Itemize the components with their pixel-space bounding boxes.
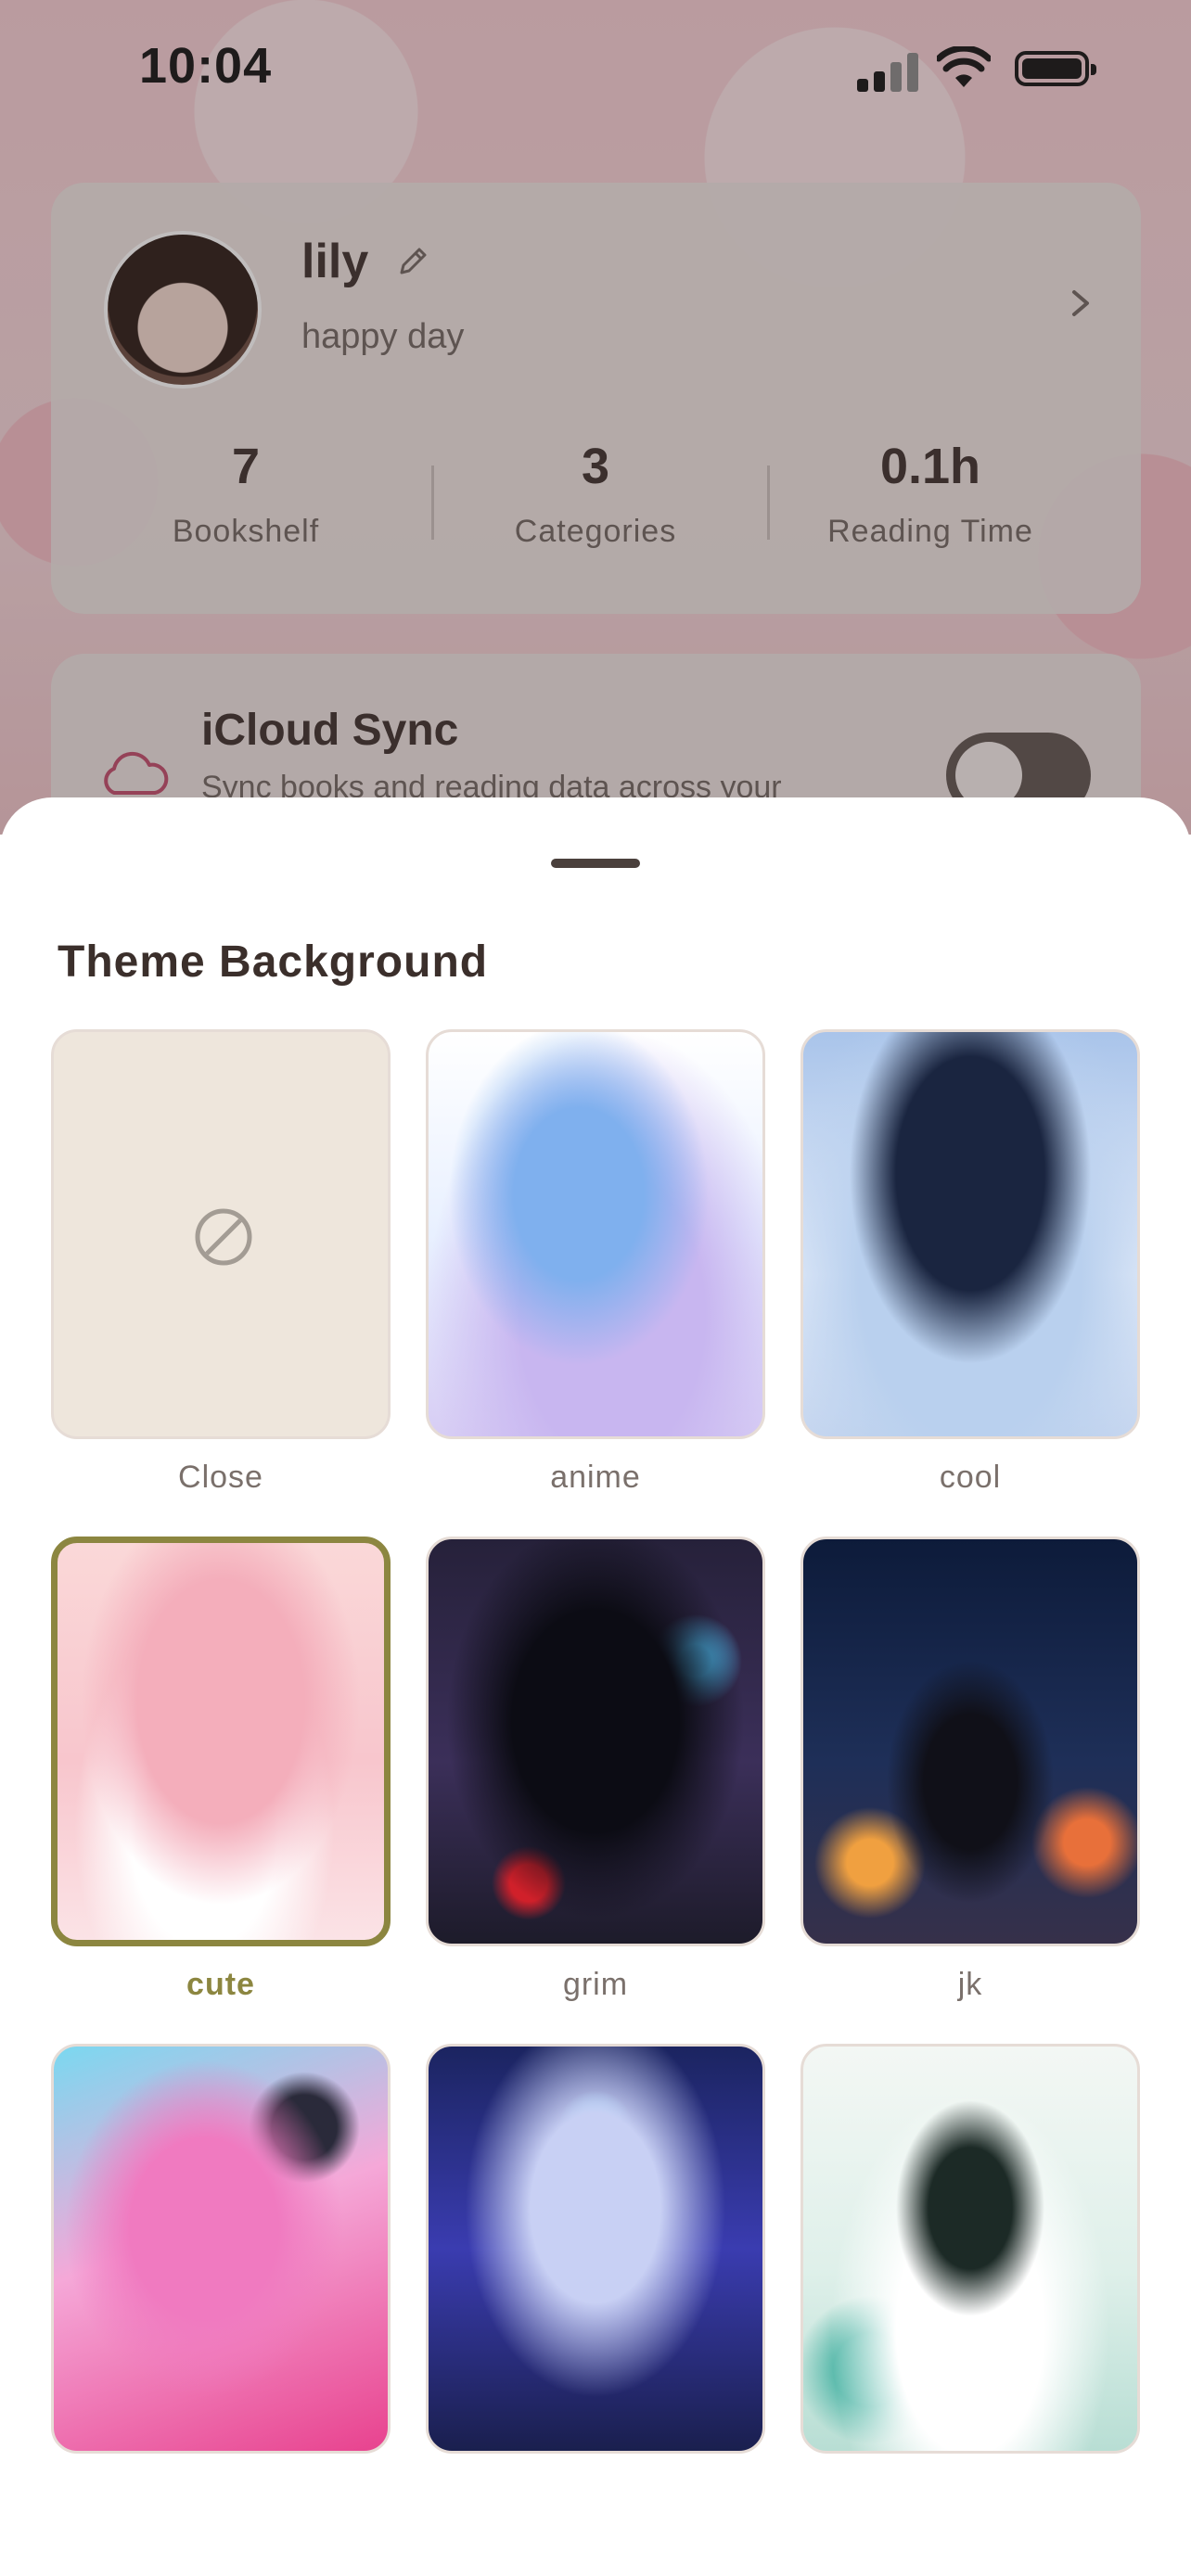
theme-label: cool xyxy=(939,1460,1002,1495)
ban-icon xyxy=(195,1208,252,1266)
theme-label: anime xyxy=(550,1460,641,1495)
sheet-title: Theme Background xyxy=(58,937,489,987)
theme-option-7[interactable] xyxy=(51,2044,391,2474)
theme-option-grim[interactable]: grim xyxy=(426,1537,765,2003)
theme-option-close[interactable]: Close xyxy=(51,1029,391,1496)
theme-thumbnail xyxy=(800,1029,1140,1439)
theme-label: jk xyxy=(957,1967,983,2002)
theme-thumbnail xyxy=(51,1029,391,1439)
theme-thumbnail xyxy=(426,1029,765,1439)
theme-thumbnail xyxy=(51,1537,391,1946)
theme-option-jk[interactable]: jk xyxy=(800,1537,1140,2003)
theme-thumbnail xyxy=(426,1537,765,1946)
theme-label: grim xyxy=(562,1967,629,2002)
theme-option-anime[interactable]: anime xyxy=(426,1029,765,1496)
theme-thumbnail xyxy=(800,1537,1140,1946)
theme-thumbnail xyxy=(426,2044,765,2454)
theme-thumbnail xyxy=(51,2044,391,2454)
theme-label: Close xyxy=(178,1460,263,1495)
theme-background-sheet: Theme Background Close anime cool cute g… xyxy=(0,797,1191,2576)
sheet-grabber[interactable] xyxy=(551,859,640,868)
theme-option-cute[interactable]: cute xyxy=(51,1537,391,2003)
theme-option-cool[interactable]: cool xyxy=(800,1029,1140,1496)
modal-scrim[interactable] xyxy=(0,0,1191,835)
theme-thumbnail xyxy=(800,2044,1140,2454)
theme-option-9[interactable] xyxy=(800,2044,1140,2474)
theme-label: cute xyxy=(186,1967,255,2002)
theme-option-8[interactable] xyxy=(426,2044,765,2474)
